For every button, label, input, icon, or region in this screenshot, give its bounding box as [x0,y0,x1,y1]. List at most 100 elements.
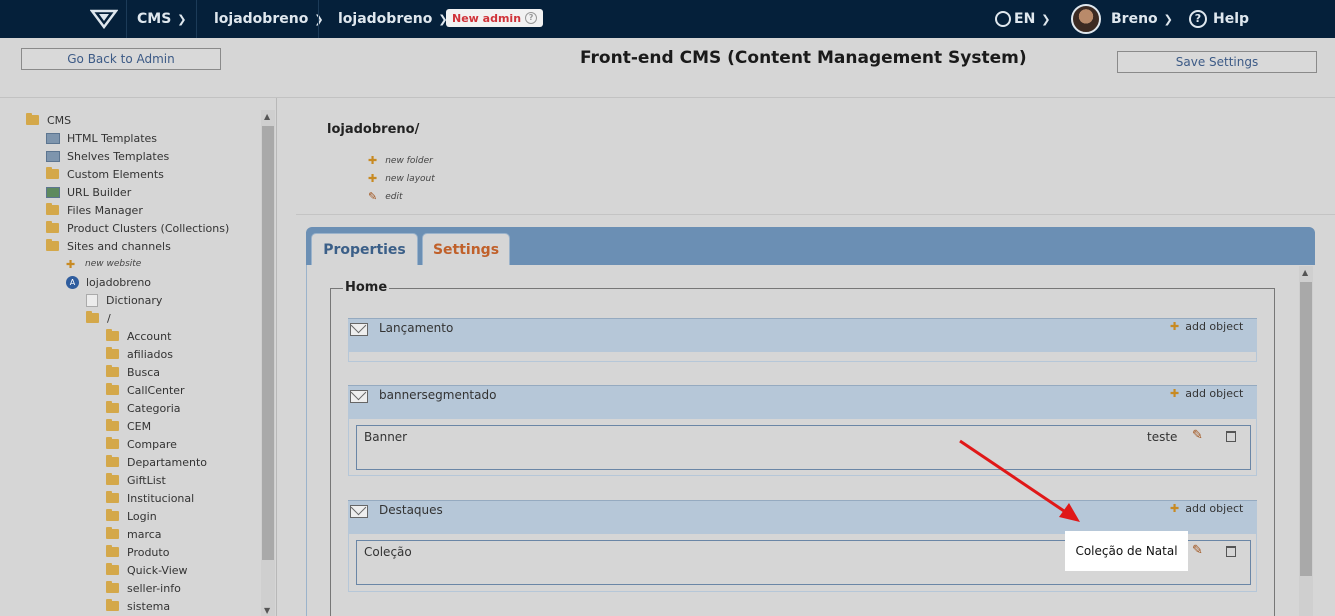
add-object-link[interactable]: ✚ add object [1170,320,1243,333]
annotation-arrow-icon [959,439,1080,522]
tab-properties[interactable]: Properties [311,233,418,265]
add-object-link[interactable]: ✚ add object [1170,502,1243,515]
new-layout-link[interactable]: ✚ new layout [368,172,435,185]
object-name-highlight: Coleção de Natal [1065,531,1188,571]
tree-item-label: / [107,311,111,325]
add-object-label: add object [1185,320,1244,333]
edit-link[interactable]: ✎ edit [368,190,403,203]
tree-item-cms[interactable]: CMS [26,111,71,129]
tree-folder-item[interactable]: Departamento [106,453,207,471]
tree-folder-item[interactable]: Categoria [106,399,181,417]
tree-item-label: Files Manager [67,203,143,217]
tree-item-site[interactable]: Alojadobreno [66,273,151,291]
layout-legend: Home [343,280,390,295]
user-menu[interactable]: Breno ❯ [1071,0,1173,38]
tree-item-html-templates[interactable]: HTML Templates [46,129,157,147]
language-menu[interactable]: EN ❯ [995,0,1051,38]
new-folder-link[interactable]: ✚ new folder [368,154,433,167]
tree-folder-item[interactable]: GiftList [106,471,166,489]
tree-folder-item[interactable]: Compare [106,435,177,453]
tree-item-label: new website [85,259,142,269]
folder-icon [46,221,59,233]
tree-item-label: Sites and channels [67,239,171,253]
envelope-icon [350,323,368,336]
tree-folder-item[interactable]: CEM [106,417,151,435]
custom-elements-icon [46,167,59,179]
envelope-icon [350,505,368,518]
site-icon: A [66,275,79,289]
tree-item-sites-and-channels[interactable]: Sites and channels [46,237,171,255]
tree-folder-item[interactable]: afiliados [106,345,173,363]
tree-folder-item[interactable]: CallCenter [106,381,185,399]
tree-item-files-manager[interactable]: Files Manager [46,201,143,219]
tree-scrollbar-thumb[interactable] [262,126,274,560]
folder-icon [106,563,119,575]
avatar [1071,4,1101,34]
store-menu-label: lojadobreno [214,11,309,27]
tree-item-new-website[interactable]: ✚ new website [66,255,141,273]
tree-item-label: afiliados [127,347,173,361]
chevron-down-icon: ❯ [1163,12,1173,26]
user-name: Breno [1111,11,1158,27]
help-label: Help [1213,11,1250,27]
new-admin-badge[interactable]: New admin? [446,7,544,29]
tree-folder-item[interactable]: Busca [106,363,160,381]
tree-item-custom-elements[interactable]: Custom Elements [46,165,164,183]
document-icon [86,293,98,307]
tree-folder-item[interactable]: Institucional [106,489,194,507]
slot-name: bannersegmentado [379,388,497,402]
slot-name: Destaques [379,503,443,517]
store-menu[interactable]: lojadobreno❯ [214,0,324,38]
scroll-down-arrow-icon[interactable]: ▼ [264,606,270,615]
folder-icon [106,545,119,557]
template-icon [46,132,60,144]
vtex-logo-icon[interactable] [90,0,118,38]
tree-item-url-builder[interactable]: URL Builder [46,183,131,201]
help-link[interactable]: ? Help [1189,0,1249,38]
folder-open-icon [26,113,39,125]
folder-icon [106,347,119,359]
tab-settings[interactable]: Settings [422,233,510,265]
edit-pencil-icon[interactable]: ✎ [1192,428,1203,443]
tree-folder-item[interactable]: Login [106,507,157,525]
chevron-down-icon: ❯ [177,12,187,26]
folder-icon [106,401,119,413]
tree-folder-item[interactable]: marca [106,525,162,543]
folder-icon [106,383,119,395]
add-icon: ✚ [1170,387,1180,400]
tree-folder-item[interactable]: Produto [106,543,169,561]
tree-folder-item[interactable]: Quick-View [106,561,188,579]
tree-folder-item[interactable]: Account [106,327,171,345]
tree-folder-item[interactable]: sistema [106,597,170,615]
tree-item-label: Account [127,329,172,343]
folder-icon [106,491,119,503]
go-back-to-admin-button[interactable]: Go Back to Admin [21,48,221,70]
folder-icon [106,581,119,593]
add-object-link[interactable]: ✚ add object [1170,387,1243,400]
pencil-icon: ✎ [368,190,378,203]
tree-item-root-folder[interactable]: / [86,309,111,327]
account-menu[interactable]: lojadobreno ❯ [338,0,448,38]
trash-icon[interactable] [1226,546,1236,557]
tree-item-dictionary[interactable]: Dictionary [86,291,162,309]
help-circle-icon: ? [525,12,538,24]
cms-menu[interactable]: CMS ❯ [137,0,187,38]
tree-item-product-clusters[interactable]: Product Clusters (Collections) [46,219,229,237]
object-type: Coleção [364,545,412,559]
scroll-up-arrow-icon[interactable]: ▲ [1302,268,1308,277]
folder-icon [106,419,119,431]
current-path: lojadobreno/ [327,122,420,137]
save-settings-button[interactable]: Save Settings [1117,51,1317,73]
edit-pencil-icon[interactable]: ✎ [1192,543,1203,558]
folder-icon [46,203,59,215]
tree-item-label: GiftList [127,473,166,487]
panel-scrollbar-thumb[interactable] [1300,282,1312,576]
language-label: EN [1014,11,1036,27]
page-title: Front-end CMS (Content Management System… [580,48,1027,68]
scroll-up-arrow-icon[interactable]: ▲ [264,112,270,121]
tree-folder-item[interactable]: seller-info [106,579,181,597]
slot-body [348,352,1257,362]
trash-icon[interactable] [1226,431,1236,442]
slot-header-lancamento [348,318,1257,352]
tree-item-shelves-templates[interactable]: Shelves Templates [46,147,169,165]
